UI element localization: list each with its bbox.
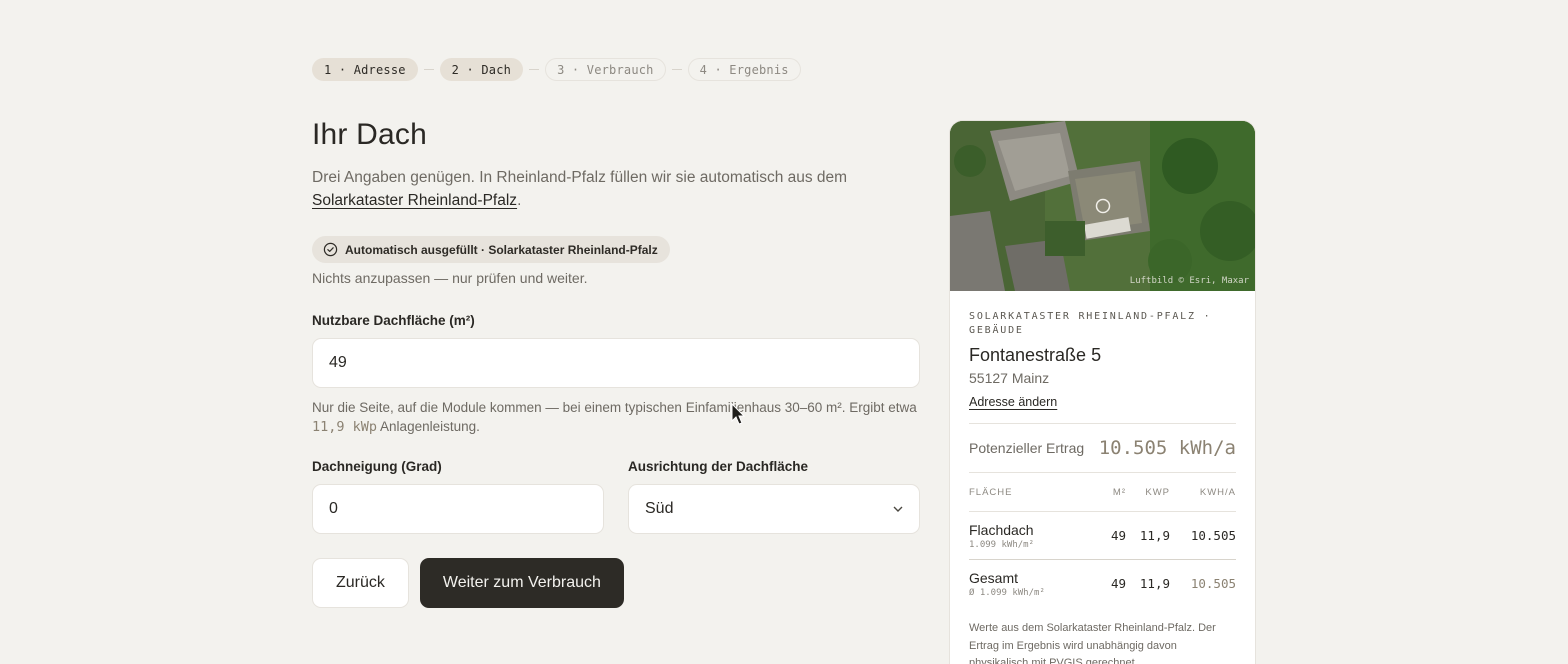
- step-separator: [529, 69, 540, 70]
- area-field-group: Nutzbare Dachfläche (m²) 49 Nur die Seit…: [312, 313, 920, 437]
- roof-form: Ihr Dach Drei Angaben genügen. In Rheinl…: [312, 118, 920, 608]
- autofill-badge-label: Automatisch ausgefüllt · Solarkataster R…: [345, 242, 658, 257]
- chevron-down-icon: [893, 502, 903, 516]
- table-header: FLÄCHE M² KWP KWH/A: [969, 473, 1236, 511]
- step-verbrauch: 3 · Verbrauch: [545, 58, 666, 81]
- roof-tilt-value: 0: [329, 500, 338, 517]
- source-eyebrow: SOLARKATASTER RHEINLAND-PFALZ · GEBÄUDE: [969, 311, 1212, 336]
- area-help-end: Anlagenleistung.: [380, 419, 480, 434]
- total-m2: 49: [1110, 576, 1126, 591]
- next-button[interactable]: Weiter zum Verbrauch: [419, 558, 624, 608]
- card-footnote: Werte aus dem Solarkataster Rheinland-Pf…: [969, 622, 1216, 664]
- step-separator: [671, 69, 682, 70]
- yield-row: Potenzieller Ertrag 10.505 kWh/a: [969, 424, 1236, 472]
- progress-stepper: 1 · Adresse 2 · Dach 3 · Verbrauch 4 · E…: [312, 58, 801, 81]
- row-sub: 1.099 kWh/m²: [969, 539, 1035, 550]
- intro-text-start: Drei Angaben genügen. In Rheinland-Pfalz…: [312, 169, 848, 186]
- tilt-field-group: Dachneigung (Grad) 0: [312, 459, 604, 534]
- header-m2: M²: [1112, 486, 1126, 498]
- yield-value: 10.505 kWh/a: [1098, 437, 1236, 459]
- change-address-link[interactable]: Adresse ändern: [969, 395, 1057, 409]
- yield-label: Potenzieller Ertrag: [969, 440, 1085, 456]
- total-kwh: 10.505: [1190, 576, 1236, 591]
- total-name-cell: Gesamt Ø 1.099 kWh/m²: [969, 570, 1096, 598]
- intro-text: Drei Angaben genügen. In Rheinland-Pfalz…: [312, 166, 852, 212]
- step-ergebnis: 4 · Ergebnis: [687, 58, 801, 81]
- orientation-value: Süd: [645, 500, 674, 517]
- table-row: Flachdach 1.099 kWh/m² 49 11,9 10.505: [969, 511, 1236, 559]
- page-title: Ihr Dach: [312, 118, 427, 151]
- building-summary-card: Luftbild © Esri, Maxar SOLARKATASTER RHE…: [949, 120, 1256, 664]
- total-name: Gesamt: [969, 569, 1019, 586]
- autofill-note: Nichts anzupassen — nur prüfen und weite…: [312, 270, 588, 286]
- solarkataster-link[interactable]: Solarkataster Rheinland-Pfalz: [312, 192, 517, 209]
- check-circle-icon: [323, 242, 338, 257]
- row-name-cell: Flachdach 1.099 kWh/m²: [969, 522, 1096, 550]
- roof-tilt-input[interactable]: 0: [312, 484, 604, 534]
- total-sub: Ø 1.099 kWh/m²: [969, 587, 1045, 598]
- roof-area-value: 49: [329, 354, 347, 371]
- tilt-label: Dachneigung (Grad): [312, 459, 442, 474]
- row-m2: 49: [1110, 528, 1126, 543]
- back-button[interactable]: Zurück: [312, 558, 409, 608]
- intro-text-end: .: [517, 192, 522, 209]
- mouse-cursor-icon: [731, 403, 746, 425]
- step-adresse[interactable]: 1 · Adresse: [312, 58, 418, 81]
- form-actions: Zurück Weiter zum Verbrauch: [312, 558, 920, 608]
- aerial-photo: [950, 121, 1255, 291]
- area-help-start: Nur die Seite, auf die Module kommen — b…: [312, 400, 917, 415]
- header-flaeche: FLÄCHE: [969, 486, 1013, 498]
- area-help-kwp: 11,9 kWp: [312, 419, 378, 435]
- total-kwp: 11,9: [1139, 576, 1170, 591]
- row-kwp: 11,9: [1139, 528, 1170, 543]
- card-body: SOLARKATASTER RHEINLAND-PFALZ · GEBÄUDE …: [950, 291, 1255, 664]
- orientation-label: Ausrichtung der Dachfläche: [628, 459, 809, 474]
- address-city: 55127 Mainz: [969, 370, 1050, 386]
- table-total-row: Gesamt Ø 1.099 kWh/m² 49 11,9 10.505: [969, 559, 1236, 607]
- aerial-image: Luftbild © Esri, Maxar: [950, 121, 1255, 291]
- row-kwh: 10.505: [1190, 528, 1236, 543]
- tilt-orientation-row: Dachneigung (Grad) 0 Ausrichtung der Dac…: [312, 459, 920, 534]
- image-credit: Luftbild © Esri, Maxar: [1129, 276, 1249, 286]
- header-kwp: KWP: [1145, 486, 1170, 498]
- autofill-badge: Automatisch ausgefüllt · Solarkataster R…: [312, 236, 670, 263]
- roof-area-input[interactable]: 49: [312, 338, 920, 388]
- step-separator: [423, 69, 434, 70]
- orientation-select[interactable]: Süd: [628, 484, 920, 534]
- row-name: Flachdach: [969, 521, 1034, 538]
- orientation-field-group: Ausrichtung der Dachfläche Süd: [628, 459, 920, 534]
- header-kwh: KWH/A: [1199, 486, 1236, 498]
- step-dach[interactable]: 2 · Dach: [439, 58, 524, 81]
- area-label: Nutzbare Dachfläche (m²): [312, 313, 475, 328]
- address-street: Fontanestraße 5: [969, 345, 1102, 365]
- area-help-text: Nur die Seite, auf die Module kommen — b…: [312, 398, 920, 437]
